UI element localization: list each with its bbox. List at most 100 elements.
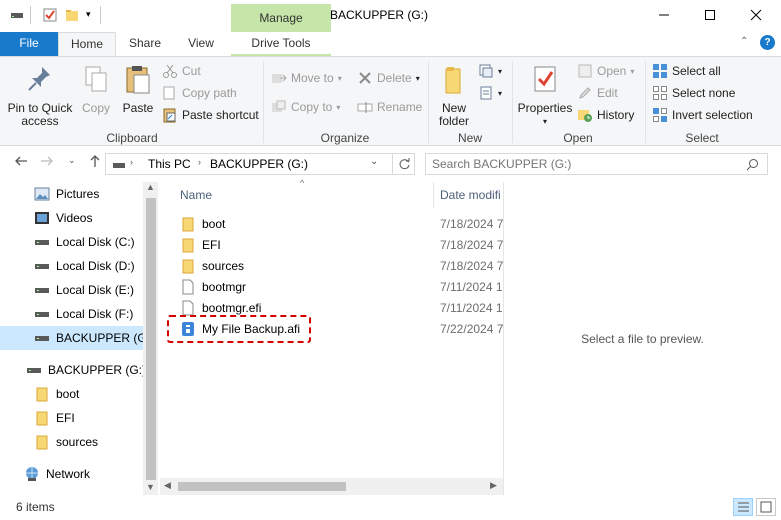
easy-access-button[interactable]: ▾ bbox=[478, 83, 502, 103]
forward-button[interactable] bbox=[40, 154, 54, 171]
back-button[interactable] bbox=[14, 154, 28, 171]
copy-path-button[interactable]: Copy path bbox=[162, 83, 237, 103]
file-name: sources bbox=[202, 258, 245, 273]
properties-button[interactable]: Properties ▾ bbox=[516, 63, 574, 128]
new-group-label: New bbox=[457, 131, 482, 145]
tab-share[interactable]: Share bbox=[120, 32, 170, 56]
scroll-down-icon[interactable]: ▼ bbox=[146, 482, 155, 492]
file-row-bootmgr[interactable]: bootmgr 7/11/2024 1: bbox=[180, 276, 503, 297]
nav-item-backupper-g[interactable]: BACKUPPER (G:) bbox=[0, 326, 154, 350]
move-to-button[interactable]: Move to ▾ bbox=[271, 68, 342, 88]
close-button[interactable] bbox=[733, 0, 779, 30]
cut-button[interactable]: Cut bbox=[162, 61, 201, 81]
nav-item-local-disk-e[interactable]: Local Disk (E:) bbox=[0, 278, 143, 302]
horizontal-scrollbar[interactable]: ◀ ▶ bbox=[160, 478, 503, 495]
nav-item-local-disk-f[interactable]: Local Disk (F:) bbox=[0, 302, 143, 326]
scroll-left-icon[interactable]: ◀ bbox=[164, 480, 171, 491]
invert-selection-button[interactable]: Invert selection bbox=[652, 105, 753, 125]
file-row-sources[interactable]: sources 7/18/2024 7: bbox=[180, 255, 503, 276]
open-button[interactable]: Open ▾ bbox=[577, 61, 634, 81]
scroll-up-icon[interactable]: ▲ bbox=[146, 182, 155, 192]
tab-file[interactable]: File bbox=[0, 32, 58, 56]
breadcrumb-this-pc[interactable]: This PC bbox=[148, 157, 191, 171]
delete-label: Delete bbox=[377, 71, 412, 85]
file-name: bootmgr bbox=[202, 279, 247, 294]
scroll-right-icon[interactable]: ▶ bbox=[490, 480, 497, 491]
scissors-icon bbox=[163, 64, 177, 78]
nav-item-sources[interactable]: sources bbox=[0, 430, 143, 454]
properties-icon[interactable] bbox=[43, 8, 57, 22]
rename-button[interactable]: Rename bbox=[357, 97, 422, 117]
delete-button[interactable]: Delete ▾ bbox=[357, 68, 420, 88]
nav-item-boot[interactable]: boot bbox=[0, 382, 143, 406]
open-group-label: Open bbox=[563, 131, 593, 145]
maximize-icon bbox=[705, 10, 715, 20]
tab-view[interactable]: View bbox=[178, 32, 224, 56]
minimize-button[interactable] bbox=[641, 0, 687, 30]
new-item-button[interactable]: ▾ bbox=[478, 61, 502, 81]
select-all-button[interactable]: Select all bbox=[652, 61, 721, 81]
nav-item-pictures[interactable]: Pictures bbox=[0, 182, 143, 206]
collapse-ribbon-icon[interactable]: ⌃ bbox=[740, 36, 748, 47]
nav-item-videos[interactable]: Videos bbox=[0, 206, 143, 230]
maximize-button[interactable] bbox=[687, 0, 733, 30]
file-name: boot bbox=[202, 216, 226, 231]
tab-drive-tools[interactable]: Drive Tools bbox=[231, 32, 331, 56]
large-icons-view-button[interactable] bbox=[756, 498, 776, 516]
new-folder-button[interactable]: New folder bbox=[434, 63, 474, 128]
nav-label: Local Disk (D:) bbox=[56, 259, 135, 273]
manage-context-tab[interactable]: Manage bbox=[231, 4, 331, 32]
clipboard-group-label: Clipboard bbox=[106, 131, 158, 145]
open-icon bbox=[578, 64, 592, 78]
file-row-boot[interactable]: boot 7/18/2024 7: bbox=[180, 213, 503, 234]
refresh-icon[interactable] bbox=[398, 158, 411, 171]
nav-scrollbar-thumb[interactable] bbox=[146, 198, 156, 480]
copy-button[interactable]: Copy bbox=[78, 63, 114, 115]
pin-to-quick-access-button[interactable]: Pin to Quick access bbox=[4, 63, 76, 128]
move-to-icon bbox=[272, 74, 287, 83]
column-date-header[interactable]: Date modifi bbox=[440, 188, 503, 202]
edit-button[interactable]: Edit bbox=[577, 83, 618, 103]
nav-item-efi[interactable]: EFI bbox=[0, 406, 143, 430]
search-box[interactable] bbox=[425, 153, 768, 175]
folder-icon bbox=[182, 259, 194, 273]
search-input[interactable] bbox=[432, 156, 732, 172]
nav-item-backupper-drive[interactable]: BACKUPPER (G:) bbox=[0, 358, 146, 382]
address-dropdown-button[interactable]: ⌄ bbox=[370, 156, 378, 167]
history-button[interactable]: History bbox=[577, 105, 634, 125]
paste-icon bbox=[126, 66, 150, 94]
address-bar[interactable]: › This PC › BACKUPPER (G:) ⌄ bbox=[105, 153, 415, 175]
nav-item-network[interactable]: Network bbox=[0, 462, 143, 486]
network-icon bbox=[26, 467, 38, 481]
search-icon bbox=[746, 159, 758, 171]
help-icon[interactable]: ? bbox=[760, 35, 775, 50]
preview-pane: Select a file to preview. bbox=[503, 182, 781, 495]
breadcrumb-backupper[interactable]: BACKUPPER (G:) bbox=[210, 157, 308, 171]
recent-locations-button[interactable]: ⌄ bbox=[68, 155, 76, 166]
nav-label: Local Disk (C:) bbox=[56, 235, 135, 249]
tab-home[interactable]: Home bbox=[58, 32, 116, 57]
breadcrumb-chevron-icon: › bbox=[198, 157, 201, 167]
paste-shortcut-button[interactable]: Paste shortcut bbox=[162, 105, 259, 125]
up-button[interactable] bbox=[88, 154, 102, 171]
properties-label: Properties bbox=[517, 101, 573, 115]
nav-item-local-disk-c[interactable]: Local Disk (C:) bbox=[0, 230, 143, 254]
column-name-header[interactable]: Name bbox=[180, 188, 212, 202]
select-none-button[interactable]: Select none bbox=[652, 83, 735, 103]
nav-item-local-disk-d[interactable]: Local Disk (D:) bbox=[0, 254, 143, 278]
customize-toolbar-icon[interactable]: ▾ bbox=[86, 9, 91, 20]
paste-button[interactable]: Paste bbox=[118, 63, 158, 115]
drive-icon bbox=[35, 240, 49, 245]
sort-indicator-icon: ^ bbox=[300, 178, 305, 188]
separator bbox=[392, 154, 393, 174]
drive-icon bbox=[11, 13, 23, 18]
details-view-button[interactable] bbox=[733, 498, 753, 516]
edit-label: Edit bbox=[597, 86, 618, 100]
copy-to-button[interactable]: Copy to ▾ bbox=[271, 97, 340, 117]
folder-icon bbox=[36, 411, 48, 426]
file-row-efi[interactable]: EFI 7/18/2024 7: bbox=[180, 234, 503, 255]
new-folder-icon[interactable] bbox=[65, 8, 79, 22]
column-divider[interactable] bbox=[433, 182, 434, 208]
horizontal-scrollbar-thumb[interactable] bbox=[178, 482, 346, 491]
close-icon bbox=[750, 9, 762, 21]
